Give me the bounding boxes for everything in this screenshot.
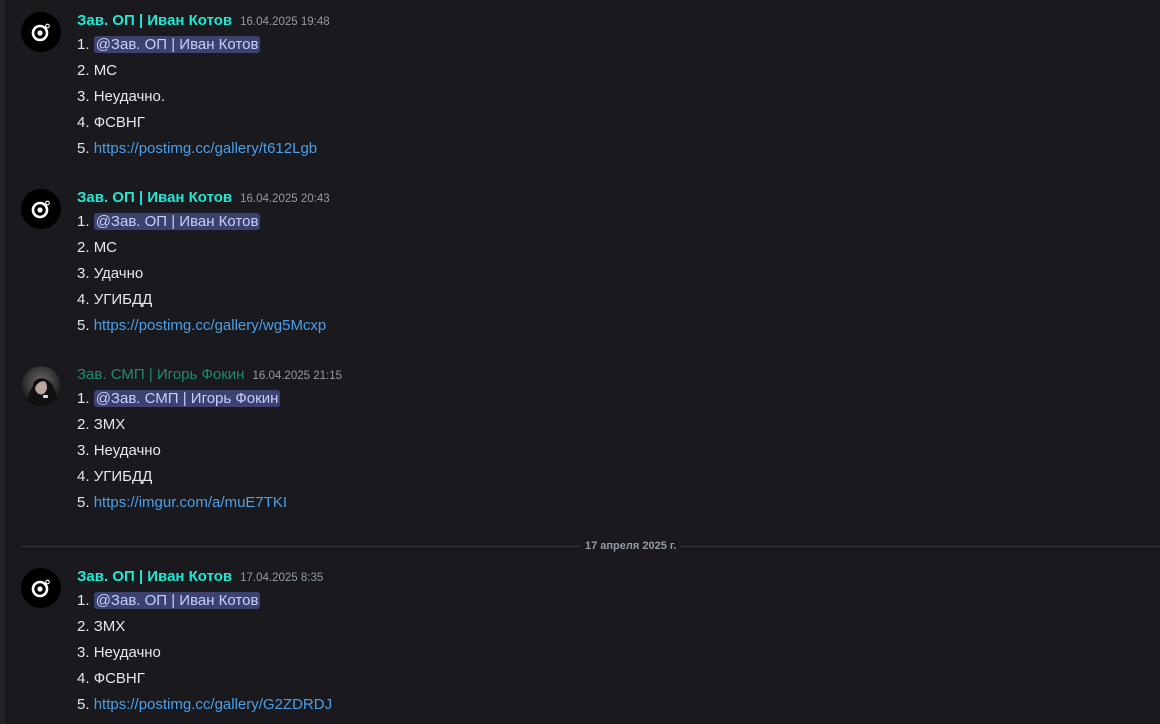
item-text: МС: [93, 239, 118, 256]
user-photo-avatar: [21, 366, 61, 406]
avatar[interactable]: [21, 12, 61, 52]
list-item: 3. Неудачно: [77, 643, 332, 669]
item-number: 1.: [77, 592, 90, 609]
message-header: Зав. СМП | Игорь Фокин 16.04.2025 21:15: [77, 366, 342, 384]
list-item: 5. https://postimg.cc/gallery/G2ZDRDJ: [77, 695, 332, 721]
message: Зав. ОП | Иван Котов 17.04.2025 8:35 1. …: [5, 556, 1160, 716]
item-number: 3.: [77, 88, 90, 105]
list-item: 3. Удачно: [77, 264, 326, 290]
gallery-link[interactable]: https://postimg.cc/gallery/t612Lgb: [94, 140, 317, 157]
list-item: 1. @Зав. СМП | Игорь Фокин: [77, 389, 287, 415]
message-body: 1. @Зав. СМП | Игорь Фокин 2. ЗМХ 3. Неу…: [77, 389, 287, 519]
message: Зав. ОП | Иван Котов 16.04.2025 20:43 1.…: [5, 177, 1160, 337]
list-item: 5. https://imgur.com/a/muE7TKI: [77, 493, 287, 519]
message-feed: Зав. ОП | Иван Котов 16.04.2025 19:48 1.…: [5, 0, 1160, 724]
item-text: МС: [93, 62, 118, 79]
item-number: 1.: [77, 390, 90, 407]
item-number: 2.: [77, 239, 90, 256]
item-number: 5.: [77, 696, 90, 713]
list-item: 4. ФСВНГ: [77, 113, 317, 139]
author-name[interactable]: Зав. ОП | Иван Котов: [77, 189, 232, 206]
message: Зав. СМП | Игорь Фокин 16.04.2025 21:15 …: [5, 354, 1160, 514]
list-item: 1. @Зав. ОП | Иван Котов: [77, 591, 332, 617]
camera-logo-icon: [21, 568, 61, 608]
timestamp[interactable]: 16.04.2025 21:15: [252, 370, 342, 382]
item-number: 3.: [77, 265, 90, 282]
message-header: Зав. ОП | Иван Котов 17.04.2025 8:35: [77, 568, 323, 586]
list-item: 5. https://postimg.cc/gallery/wg5Mcxp: [77, 316, 326, 342]
list-item: 1. @Зав. ОП | Иван Котов: [77, 35, 317, 61]
date-divider: 17 апреля 2025 г.: [21, 539, 1160, 553]
item-number: 5.: [77, 140, 90, 157]
message-body: 1. @Зав. ОП | Иван Котов 2. ЗМХ 3. Неуда…: [77, 591, 332, 721]
avatar[interactable]: [21, 568, 61, 608]
avatar[interactable]: [21, 366, 61, 406]
timestamp[interactable]: 17.04.2025 8:35: [240, 572, 323, 584]
author-name[interactable]: Зав. ОП | Иван Котов: [77, 12, 232, 29]
avatar[interactable]: [21, 189, 61, 229]
list-item: 4. ФСВНГ: [77, 669, 332, 695]
timestamp[interactable]: 16.04.2025 19:48: [240, 16, 330, 28]
gallery-link[interactable]: https://postimg.cc/gallery/G2ZDRDJ: [94, 696, 332, 713]
list-item: 1. @Зав. ОП | Иван Котов: [77, 212, 326, 238]
item-number: 5.: [77, 494, 90, 511]
item-text: УГИБДД: [93, 468, 153, 485]
user-mention[interactable]: @Зав. СМП | Игорь Фокин: [93, 390, 281, 407]
user-mention[interactable]: @Зав. ОП | Иван Котов: [93, 36, 261, 53]
item-number: 5.: [77, 317, 90, 334]
list-item: 2. МС: [77, 61, 317, 87]
author-name[interactable]: Зав. СМП | Игорь Фокин: [77, 366, 244, 383]
message-header: Зав. ОП | Иван Котов 16.04.2025 20:43: [77, 189, 330, 207]
item-number: 1.: [77, 213, 90, 230]
list-item: 5. https://postimg.cc/gallery/t612Lgb: [77, 139, 317, 165]
item-number: 2.: [77, 62, 90, 79]
item-number: 4.: [77, 670, 90, 687]
item-number: 4.: [77, 291, 90, 308]
camera-logo-icon: [21, 189, 61, 229]
list-item: 3. Неудачно.: [77, 87, 317, 113]
user-mention[interactable]: @Зав. ОП | Иван Котов: [93, 592, 261, 609]
item-text: ФСВНГ: [93, 114, 145, 131]
user-mention[interactable]: @Зав. ОП | Иван Котов: [93, 213, 261, 230]
item-text: ЗМХ: [93, 618, 126, 635]
timestamp[interactable]: 16.04.2025 20:43: [240, 193, 330, 205]
item-number: 2.: [77, 416, 90, 433]
item-text: Неудачно: [93, 442, 161, 459]
item-text: ЗМХ: [93, 416, 126, 433]
list-item: 4. УГИБДД: [77, 467, 287, 493]
item-number: 3.: [77, 644, 90, 661]
item-text: УГИБДД: [93, 291, 153, 308]
list-item: 2. ЗМХ: [77, 415, 287, 441]
item-number: 4.: [77, 468, 90, 485]
list-item: 3. Неудачно: [77, 441, 287, 467]
item-number: 2.: [77, 618, 90, 635]
message-body: 1. @Зав. ОП | Иван Котов 2. МС 3. Неудач…: [77, 35, 317, 165]
list-item: 4. УГИБДД: [77, 290, 326, 316]
item-number: 4.: [77, 114, 90, 131]
message-body: 1. @Зав. ОП | Иван Котов 2. МС 3. Удачно…: [77, 212, 326, 342]
gallery-link[interactable]: https://postimg.cc/gallery/wg5Mcxp: [94, 317, 327, 334]
item-text: Удачно: [93, 265, 144, 282]
message-header: Зав. ОП | Иван Котов 16.04.2025 19:48: [77, 12, 330, 30]
list-item: 2. МС: [77, 238, 326, 264]
author-name[interactable]: Зав. ОП | Иван Котов: [77, 568, 232, 585]
item-text: ФСВНГ: [93, 670, 145, 687]
item-number: 3.: [77, 442, 90, 459]
list-item: 2. ЗМХ: [77, 617, 332, 643]
item-text: Неудачно: [93, 644, 161, 661]
date-divider-label: 17 апреля 2025 г.: [581, 539, 681, 553]
message: Зав. ОП | Иван Котов 16.04.2025 19:48 1.…: [5, 0, 1160, 160]
camera-logo-icon: [21, 12, 61, 52]
item-number: 1.: [77, 36, 90, 53]
gallery-link[interactable]: https://imgur.com/a/muE7TKI: [94, 494, 287, 511]
item-text: Неудачно.: [93, 88, 166, 105]
